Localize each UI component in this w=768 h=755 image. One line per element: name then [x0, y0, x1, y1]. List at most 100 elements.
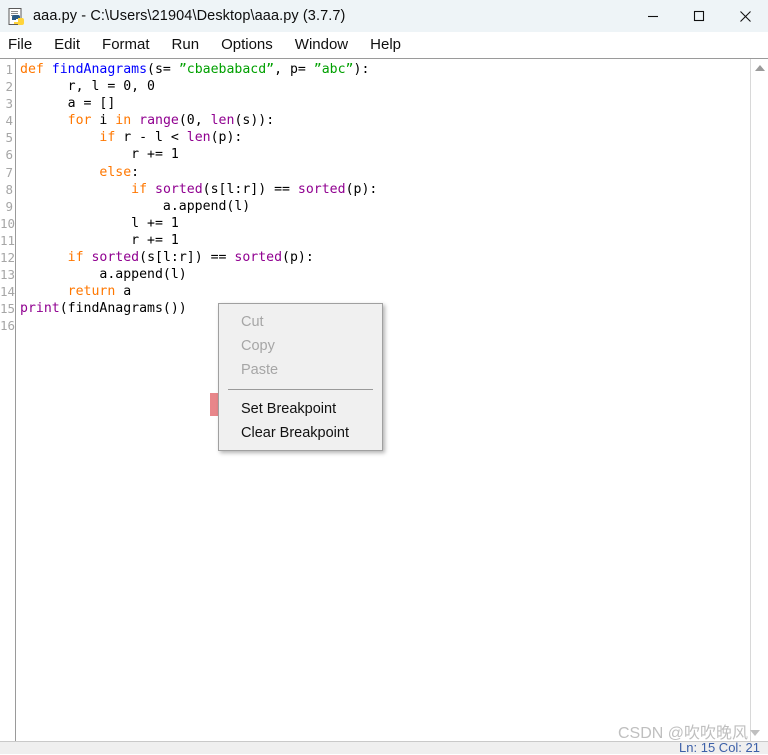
line-number: 9	[5, 198, 13, 214]
context-menu-item-clear-breakpoint[interactable]: Clear Breakpoint	[219, 421, 382, 445]
code-token: (s=	[147, 62, 179, 77]
scroll-up-arrow-icon[interactable]	[751, 59, 768, 76]
code-line: for i in range(0, len(s)):	[17, 112, 750, 129]
window-title: aaa.py - C:\Users\21904\Desktop\aaa.py (…	[33, 8, 346, 24]
code-line: def findAnagrams(s= ”cbaebabacd”, p= ”ab…	[17, 61, 750, 78]
menu-item-window[interactable]: Window	[284, 32, 359, 58]
line-number: 13	[0, 267, 16, 283]
code-token: in	[115, 113, 132, 129]
context-menu-item-cut: Cut	[241, 314, 264, 330]
code-token: r += 1	[20, 147, 179, 163]
code-token: (s[l:r]) ==	[139, 250, 235, 266]
editor-frame: 1 2 3 4 5 6 7 8 9 10 11 12 13 14 15 16 def findAnagrams…	[0, 58, 768, 741]
code-token: if	[131, 181, 148, 197]
code-token: (p):	[210, 130, 243, 146]
context-menu-separator	[228, 389, 373, 390]
caret-down-icon	[750, 729, 760, 736]
line-number: 4	[5, 113, 13, 129]
code-token: (p):	[345, 181, 378, 197]
code-token: return	[67, 284, 116, 300]
menu-item-edit[interactable]: Edit	[43, 32, 91, 58]
code-line: if sorted(s[l:r]) == sorted(p):	[17, 249, 750, 266]
code-line: r += 1	[17, 146, 750, 163]
line-number: 8	[5, 181, 13, 197]
code-token: ):	[353, 62, 370, 77]
code-token: (0,	[178, 113, 211, 129]
minimize-icon[interactable]	[630, 0, 676, 32]
status-bar	[0, 741, 768, 754]
menu-item-help[interactable]: Help	[359, 32, 412, 58]
code-line: if r - l < len(p):	[17, 129, 750, 146]
line-number: 11	[0, 232, 16, 248]
code-line: return a	[17, 283, 750, 300]
code-token: else	[99, 164, 132, 180]
code-token: a.append(l)	[20, 198, 251, 214]
line-number: 1	[5, 62, 13, 77]
context-menu-item-set-breakpoint[interactable]: Set Breakpoint	[219, 397, 382, 421]
python-file-icon	[8, 7, 25, 25]
code-token: def	[20, 62, 52, 77]
line-number: 10	[0, 215, 16, 231]
code-token: i	[91, 113, 116, 129]
line-number: 16	[0, 318, 16, 334]
code-token: a = []	[20, 96, 116, 112]
code-token: (s[l:r]) ==	[202, 181, 298, 197]
context-menu: Cut Copy Paste Set Breakpoint Clear Brea…	[218, 303, 383, 451]
code-text-area[interactable]: def findAnagrams(s= ”cbaebabacd”, p= ”ab…	[17, 59, 750, 741]
code-token: a.append(l)	[20, 267, 187, 283]
code-token: for	[67, 113, 92, 129]
code-token: len	[186, 130, 211, 146]
menu-item-run[interactable]: Run	[161, 32, 211, 58]
title-bar: aaa.py - C:\Users\21904\Desktop\aaa.py (…	[0, 0, 768, 32]
line-number: 6	[5, 147, 13, 163]
code-token: , p=	[274, 62, 314, 77]
code-line: r, l = 0, 0	[17, 78, 750, 95]
code-token: range	[139, 113, 179, 129]
line-number: 5	[5, 130, 13, 146]
context-menu-item-paste: Paste	[241, 362, 279, 378]
code-token: r, l = 0, 0	[20, 79, 155, 95]
vertical-scrollbar[interactable]	[750, 59, 768, 741]
code-token: (p):	[282, 250, 314, 266]
code-line: a.append(l)	[17, 266, 750, 283]
code-token: a	[115, 284, 132, 300]
code-token: r += 1	[20, 232, 179, 248]
line-number-gutter: 1 2 3 4 5 6 7 8 9 10 11 12 13 14 15 16	[0, 59, 16, 741]
menu-item-file[interactable]: File	[0, 32, 43, 58]
close-icon[interactable]	[722, 0, 768, 32]
code-line: print(findAnagrams())	[17, 300, 750, 317]
menu-bar: File Edit Format Run Options Window Help	[0, 32, 768, 58]
code-line: if sorted(s[l:r]) == sorted(p):	[17, 181, 750, 198]
code-line: l += 1	[17, 215, 750, 232]
code-token: if	[99, 130, 116, 146]
code-token: sorted	[297, 181, 346, 197]
code-token: ”cbaebabacd”	[178, 62, 275, 77]
code-line: a = []	[17, 95, 750, 112]
code-line: a.append(l)	[17, 198, 750, 215]
code-line: r += 1	[17, 232, 750, 249]
code-token: sorted	[155, 181, 203, 197]
code-token: len	[210, 113, 235, 129]
code-token: sorted	[91, 250, 140, 266]
code-token: (findAnagrams())	[59, 301, 187, 317]
window-controls	[630, 0, 768, 32]
code-token: :	[131, 164, 140, 180]
line-number: 12	[0, 250, 16, 266]
context-menu-item-copy: Copy	[241, 338, 275, 354]
code-token: l += 1	[20, 215, 179, 231]
code-token: (s)):	[234, 113, 275, 129]
line-number: 15	[0, 301, 16, 317]
maximize-icon[interactable]	[676, 0, 722, 32]
menu-item-format[interactable]: Format	[91, 32, 161, 58]
code-token: findAnagrams	[51, 62, 148, 77]
menu-item-options[interactable]: Options	[210, 32, 284, 58]
